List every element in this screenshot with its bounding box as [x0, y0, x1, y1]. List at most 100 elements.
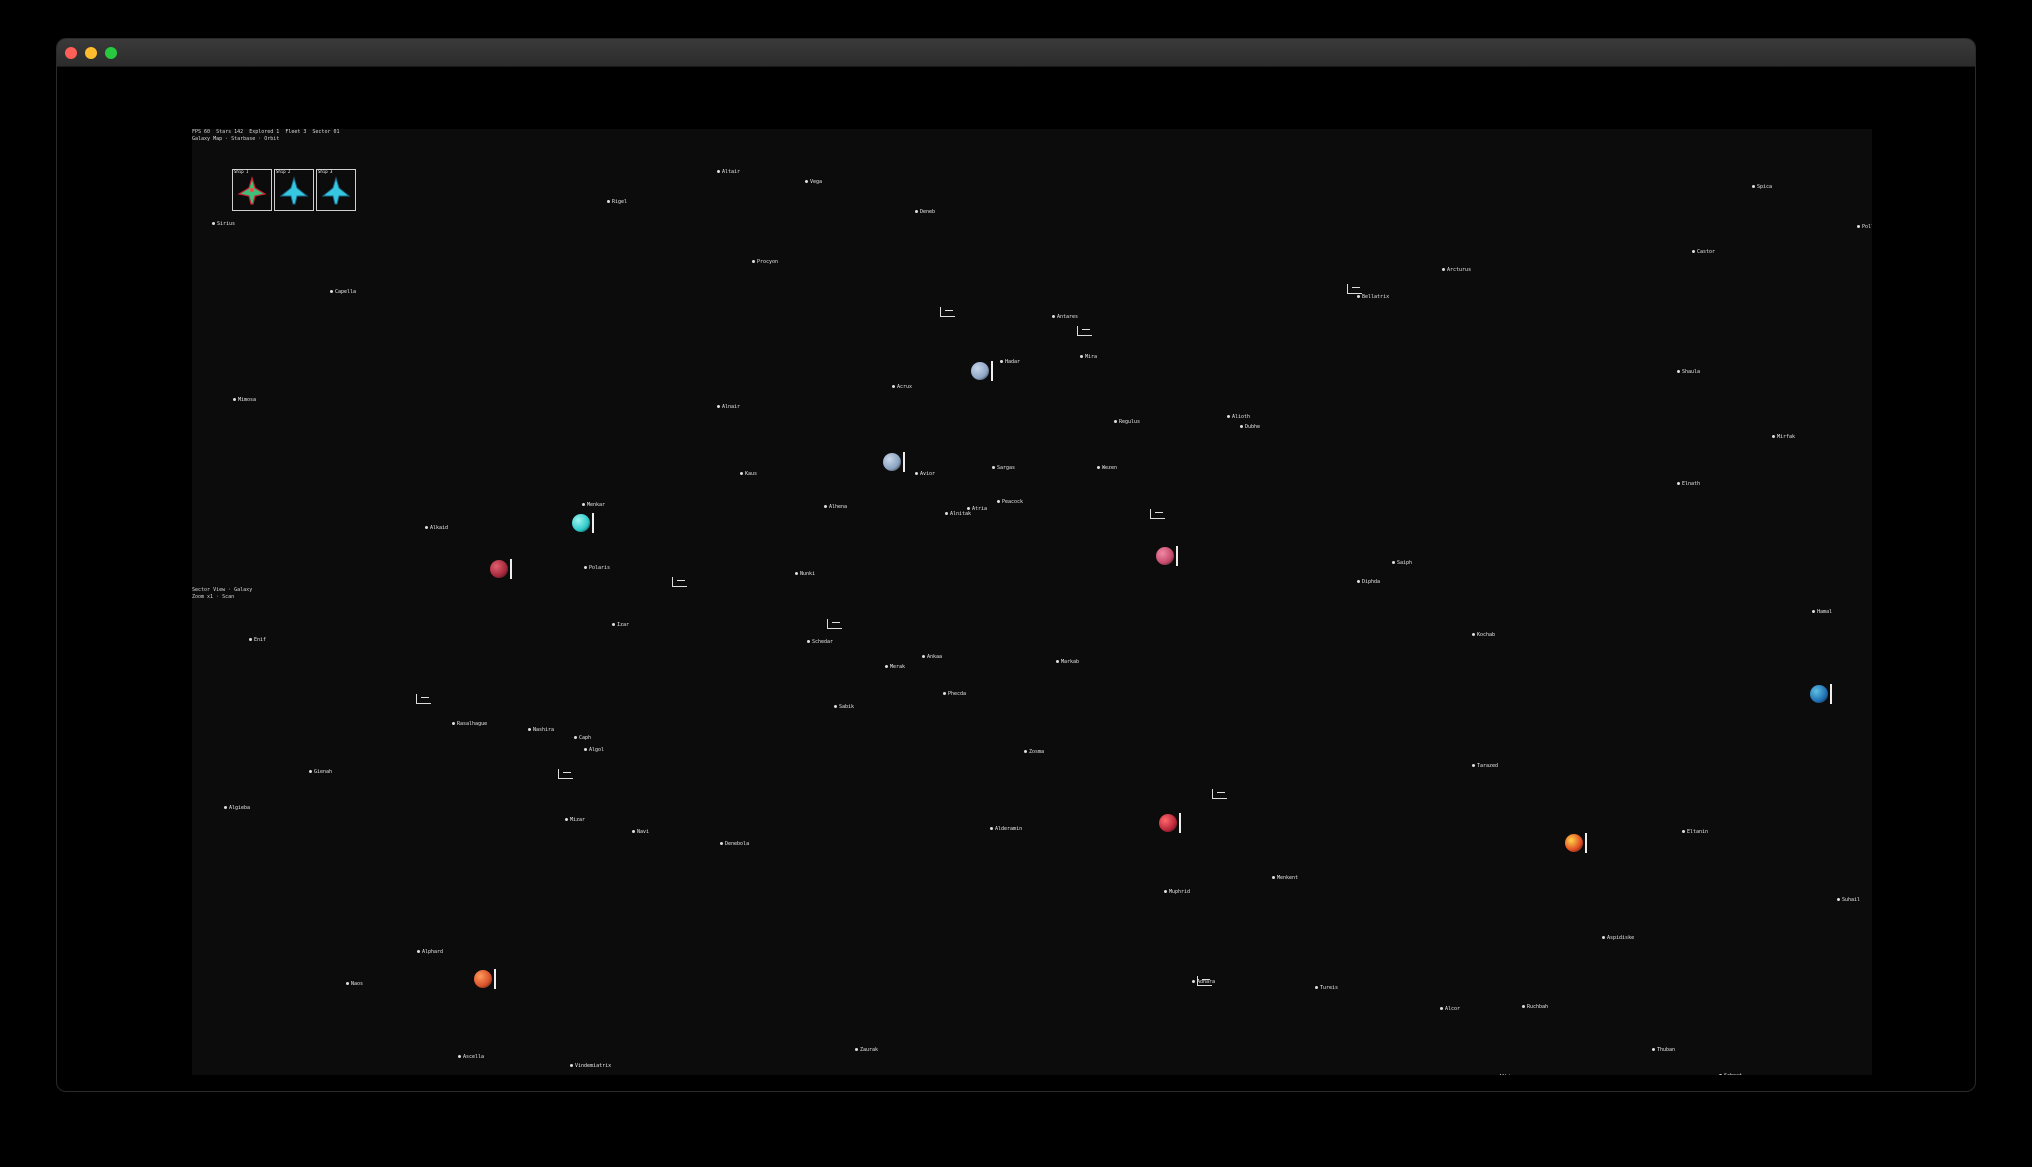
planet[interactable] — [473, 969, 496, 991]
target-reticle[interactable] — [1150, 509, 1165, 519]
star-label[interactable]: Alphard — [417, 949, 443, 955]
star-label[interactable]: Sargas — [992, 465, 1015, 471]
star-label[interactable]: Shaula — [1677, 369, 1700, 375]
planet[interactable] — [1155, 546, 1178, 568]
target-reticle[interactable] — [1197, 976, 1212, 986]
star-label[interactable]: Gienah — [309, 769, 332, 775]
star-label[interactable]: Alcor — [1440, 1006, 1460, 1012]
star-label[interactable]: Enif — [249, 637, 266, 643]
star-label[interactable]: Algol — [584, 747, 604, 753]
target-reticle[interactable] — [1212, 789, 1227, 799]
star-label[interactable]: Altair — [717, 169, 740, 175]
star-label[interactable]: Polaris — [584, 565, 610, 571]
star-label[interactable]: Pollux — [1857, 224, 1872, 230]
star-label[interactable]: Castor — [1692, 249, 1715, 255]
star-label[interactable]: Naos — [346, 981, 363, 987]
star-label[interactable]: Deneb — [915, 209, 935, 215]
star-label[interactable]: Phecda — [943, 691, 966, 697]
target-reticle[interactable] — [940, 307, 955, 317]
planet[interactable] — [882, 452, 905, 474]
planet[interactable] — [489, 559, 512, 581]
star-label[interactable]: Kochab — [1472, 632, 1495, 638]
star-label[interactable]: Rigel — [607, 199, 627, 205]
star-label[interactable]: Wezen — [1097, 465, 1117, 471]
star-label[interactable]: Regulus — [1114, 419, 1140, 425]
star-label[interactable]: Peacock — [997, 499, 1023, 505]
close-button[interactable] — [65, 47, 77, 59]
star-label[interactable]: Mirfak — [1772, 434, 1795, 440]
star-label[interactable]: Schedar — [807, 639, 833, 645]
star-label[interactable]: Acrux — [892, 384, 912, 390]
star-label[interactable]: Diphda — [1357, 579, 1380, 585]
planet[interactable] — [1564, 833, 1587, 855]
minimize-button[interactable] — [85, 47, 97, 59]
star-label[interactable]: Navi — [632, 829, 649, 835]
star-label[interactable]: Menkar — [582, 502, 605, 508]
star-label[interactable]: Vega — [805, 179, 822, 185]
star-label[interactable]: Alnair — [717, 404, 740, 410]
star-label[interactable]: Sirius — [212, 221, 235, 227]
target-reticle[interactable] — [827, 619, 842, 629]
star-label[interactable]: Alderamin — [990, 826, 1022, 832]
star-label[interactable]: Vindemiatrix — [570, 1063, 611, 1069]
star-label[interactable]: Caph — [574, 735, 591, 741]
star-label[interactable]: Albireo — [1494, 1074, 1520, 1075]
star-label[interactable]: Zosma — [1024, 749, 1044, 755]
star-label[interactable]: Menkent — [1272, 875, 1298, 881]
star-label[interactable]: Tarazed — [1472, 763, 1498, 769]
star-label[interactable]: Zaurak — [855, 1047, 878, 1053]
star-label[interactable]: Merak — [885, 664, 905, 670]
target-reticle[interactable] — [1077, 326, 1092, 336]
star-label[interactable]: Alhena — [824, 504, 847, 510]
target-reticle[interactable] — [1347, 284, 1362, 294]
star-label[interactable]: Tureis — [1315, 985, 1338, 991]
star-label[interactable]: Hadar — [1000, 359, 1020, 365]
star-label[interactable]: Elnath — [1677, 481, 1700, 487]
star-label[interactable]: Dubhe — [1240, 424, 1260, 430]
star-label[interactable]: Arcturus — [1442, 267, 1471, 273]
star-label[interactable]: Procyon — [752, 259, 778, 265]
star-label[interactable]: Avior — [915, 471, 935, 477]
star-label[interactable]: Alkaid — [425, 525, 448, 531]
star-label[interactable]: Mizar — [565, 817, 585, 823]
star-label[interactable]: Ruchbah — [1522, 1004, 1548, 1010]
star-label[interactable]: Ankaa — [922, 654, 942, 660]
star-label[interactable]: Suhail — [1837, 897, 1860, 903]
star-label[interactable]: Antares — [1052, 314, 1078, 320]
star-label[interactable]: Bellatrix — [1357, 294, 1389, 300]
star-label[interactable]: Thuban — [1652, 1047, 1675, 1053]
ship-slot-1[interactable]: Ship 1 — [232, 169, 272, 211]
star-label[interactable]: Scheat — [1719, 1073, 1742, 1075]
star-label[interactable]: Algieba — [224, 805, 250, 811]
star-label[interactable]: Sabik — [834, 704, 854, 710]
planet[interactable] — [970, 361, 993, 383]
star-label[interactable]: Alioth — [1227, 414, 1250, 420]
target-reticle[interactable] — [672, 577, 687, 587]
game-canvas[interactable]: FPS 60 Stars 142 Explored 1 Fleet 3 Sect… — [192, 129, 1872, 1075]
ship-slot-3[interactable]: Ship 3 — [316, 169, 356, 211]
star-label[interactable]: Nashira — [528, 727, 554, 733]
star-label[interactable]: Kaus — [740, 471, 757, 477]
star-label[interactable]: Denebola — [720, 841, 749, 847]
star-label[interactable]: Muphrid — [1164, 889, 1190, 895]
star-label[interactable]: Spica — [1752, 184, 1772, 190]
star-label[interactable]: Mira — [1080, 354, 1097, 360]
planet[interactable] — [1809, 684, 1832, 706]
star-label[interactable]: Ascella — [458, 1054, 484, 1060]
star-label[interactable]: Mimosa — [233, 397, 256, 403]
target-reticle[interactable] — [416, 694, 431, 704]
star-label[interactable]: Hamal — [1812, 609, 1832, 615]
ship-slot-2[interactable]: Ship 2 — [274, 169, 314, 211]
star-label[interactable]: Saiph — [1392, 560, 1412, 566]
target-reticle[interactable] — [558, 769, 573, 779]
star-label[interactable]: Alnitak — [945, 511, 971, 517]
star-label[interactable]: Izar — [612, 622, 629, 628]
star-label[interactable]: Markab — [1056, 659, 1079, 665]
planet[interactable] — [571, 513, 594, 535]
star-label[interactable]: Rasalhague — [452, 721, 487, 727]
star-label[interactable]: Aspidiske — [1602, 935, 1634, 941]
star-label[interactable]: Capella — [330, 289, 356, 295]
star-label[interactable]: Eltanin — [1682, 829, 1708, 835]
star-label[interactable]: Nunki — [795, 571, 815, 577]
maximize-button[interactable] — [105, 47, 117, 59]
